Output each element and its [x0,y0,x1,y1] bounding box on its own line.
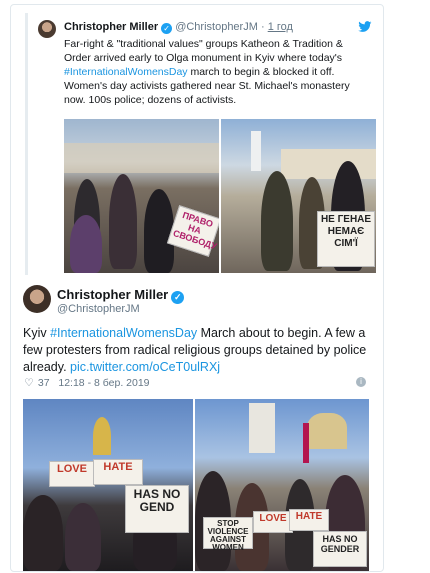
tweet-photo-left[interactable]: LOVE HATE HAS NO GEND [23,399,193,571]
tweet-text-part: Kyiv [23,326,51,340]
protest-sign: LOVE [253,511,293,533]
tweet-datetime[interactable]: 12:18 - 8 бер. 2019 [58,377,149,389]
quoted-tweet-time[interactable]: 1 год [268,21,293,33]
info-icon[interactable]: i [356,377,366,387]
twitter-bird-icon[interactable] [358,21,372,33]
quoted-tweet-text: Far-right & "traditional values" groups … [64,37,364,107]
quoted-photo-grid: ПРАВО НА СВОБОДУ НЕ ГЕНАЕ НЕМАЄ СІМ'Ї [64,119,376,273]
author-handle[interactable]: @ChristopherJM [57,303,140,315]
tweet-meta: ♡ 37 12:18 - 8 бер. 2019 i [23,377,368,389]
verified-badge-icon: ✓ [171,291,185,304]
quoted-author-handle[interactable]: @ChristopherJM [175,21,258,33]
author-name[interactable]: Christopher Miller [57,287,168,302]
quoted-author-name[interactable]: Christopher Miller [64,21,158,33]
likes-count[interactable]: 37 [38,377,50,389]
protest-sign: HAS NO GENDER [313,531,367,567]
quoted-photo-left[interactable]: ПРАВО НА СВОБОДУ [64,119,219,273]
tweet-photo-grid: LOVE HATE HAS NO GEND STOP VIOLENCE AGAI… [23,399,369,571]
quoted-author-avatar[interactable] [38,20,56,38]
embedded-tweet-card: Christopher Miller ✓ @ChristopherJM · 1 г… [10,4,384,572]
protest-sign: ПРАВО НА СВОБОДУ [166,205,219,257]
quoted-hashtag-link[interactable]: #InternationalWomensDay [64,66,188,78]
protest-sign: HAS NO GEND [125,485,189,533]
author-avatar[interactable] [23,285,51,313]
protest-sign: LOVE [49,461,95,487]
tweet-text: Kyiv #InternationalWomensDay March about… [23,325,368,376]
author-name-row: Christopher Miller ✓ [57,287,185,304]
quoted-text-part: Far-right & "traditional values" groups … [64,38,343,64]
quoted-photo-right[interactable]: НЕ ГЕНАЕ НЕМАЄ СІМ'Ї [221,119,376,273]
protest-sign: STOP VIOLENCE AGAINST WOMEN [203,517,253,552]
quoted-tweet[interactable]: Christopher Miller ✓ @ChristopherJM · 1 г… [25,13,376,275]
protest-sign: НЕ ГЕНАЕ НЕМАЄ СІМ'Ї [317,211,375,267]
tweet-photo-right[interactable]: STOP VIOLENCE AGAINST WOMEN LOVE HATE HA… [195,399,369,571]
verified-badge-icon: ✓ [161,23,173,34]
quoted-tweet-header: Christopher Miller ✓ @ChristopherJM · 1 г… [64,21,293,34]
hashtag-link[interactable]: #InternationalWomensDay [50,326,197,340]
heart-icon[interactable]: ♡ [23,377,35,389]
quoted-separator: · [260,21,265,33]
protest-sign: HATE [93,459,143,485]
media-link[interactable]: pic.twitter.com/oCeT0ulRXj [70,360,220,374]
protest-sign: HATE [289,509,329,531]
